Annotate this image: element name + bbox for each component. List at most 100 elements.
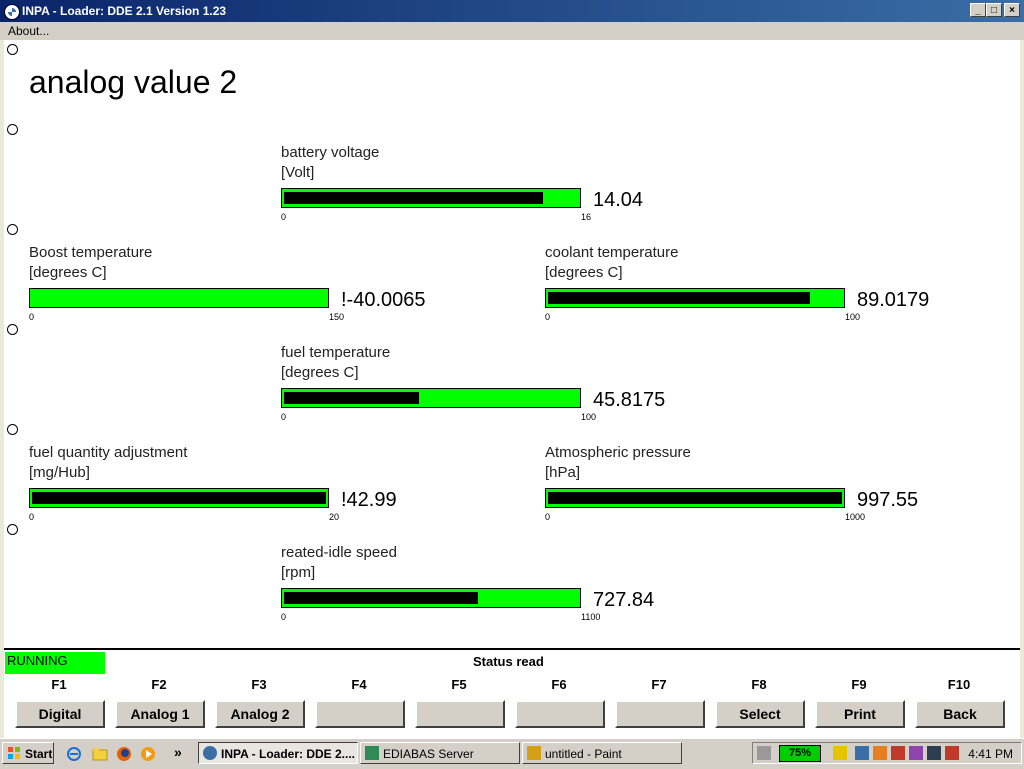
fkey-label-f9: F9 xyxy=(851,677,867,692)
battery-icon[interactable] xyxy=(833,746,847,760)
alert-icon[interactable] xyxy=(873,746,887,760)
gauge-bar xyxy=(545,488,845,508)
task-paint[interactable]: untitled - Paint xyxy=(522,742,682,764)
select-button[interactable]: Select xyxy=(715,700,805,728)
gauge-max: 150 xyxy=(329,312,345,322)
gauge-min: 0 xyxy=(545,312,551,322)
row-radio-3[interactable] xyxy=(7,224,18,235)
bmw-app-icon[interactable] xyxy=(4,4,20,20)
fkey-label-f10: F10 xyxy=(947,677,971,692)
f7-button[interactable] xyxy=(615,700,705,728)
running-label: RUNNING xyxy=(7,653,68,668)
gauge-label: fuel quantity adjustment xyxy=(29,444,188,461)
gauge-max: 20 xyxy=(329,512,340,522)
firefox-icon[interactable] xyxy=(116,746,132,762)
windows-logo-icon xyxy=(8,747,20,759)
gauge-label: battery voltage xyxy=(281,144,380,161)
paint-icon xyxy=(527,746,541,760)
title-bar: INPA - Loader: DDE 2.1 Version 1.23 _ □ … xyxy=(0,0,1024,22)
gauge-fill xyxy=(284,392,419,404)
gauge-fuel-temperature: fuel temperature [degrees C] 0 100 45.81… xyxy=(281,344,701,434)
window-title: INPA - Loader: DDE 2.1 Version 1.23 xyxy=(22,4,227,18)
row-radio-2[interactable] xyxy=(7,124,18,135)
gauge-max: 100 xyxy=(581,412,597,422)
gauge-coolant-temperature: coolant temperature [degrees C] 0 100 89… xyxy=(545,244,965,334)
gauge-idle-speed: reated-idle speed [rpm] 0 1100 727.84 xyxy=(281,544,701,634)
page-title: analog value 2 xyxy=(29,64,238,100)
f5-button[interactable] xyxy=(415,700,505,728)
fkey-label-f8: F8 xyxy=(751,677,767,692)
gauge-fill xyxy=(284,592,479,604)
maximize-button[interactable]: □ xyxy=(986,3,1002,17)
f6-button[interactable] xyxy=(515,700,605,728)
fkey-label-f2: F2 xyxy=(151,677,167,692)
gauge-bar xyxy=(29,488,329,508)
analog2-button[interactable]: Analog 2 xyxy=(215,700,305,728)
gauge-max: 1000 xyxy=(845,512,866,522)
media-player-icon[interactable] xyxy=(140,746,156,762)
gauge-unit: [Volt] xyxy=(281,164,315,181)
gauge-fill xyxy=(548,292,810,304)
minimize-button[interactable]: _ xyxy=(970,3,986,17)
task-ediabas[interactable]: EDIABAS Server xyxy=(360,742,520,764)
volume-muted-icon[interactable] xyxy=(945,746,959,760)
gauge-bar xyxy=(281,188,581,208)
gauge-unit: [mg/Hub] xyxy=(29,464,90,481)
folder-icon[interactable] xyxy=(92,746,108,762)
security-icon[interactable] xyxy=(909,746,923,760)
gauge-value: !42.99 xyxy=(341,489,397,511)
gauge-unit: [rpm] xyxy=(281,564,316,581)
fkey-label-f5: F5 xyxy=(451,677,467,692)
gauge-value: 727.84 xyxy=(593,589,655,611)
gauge-label: coolant temperature xyxy=(545,244,679,261)
battery-indicator[interactable]: 75% xyxy=(779,745,821,762)
f4-button[interactable] xyxy=(315,700,405,728)
gauge-value: 997.55 xyxy=(857,489,919,511)
gauge-value: 14.04 xyxy=(593,189,644,211)
task-inpa[interactable]: INPA - Loader: DDE 2.... xyxy=(198,742,358,764)
gauge-fill xyxy=(548,492,842,504)
gauge-unit: [degrees C] xyxy=(29,264,107,281)
gauge-fill xyxy=(32,492,326,504)
row-radio-1[interactable] xyxy=(7,44,18,55)
gauge-battery-voltage: battery voltage [Volt] 0 16 14.04 xyxy=(281,144,701,234)
gauge-label: reated-idle speed xyxy=(281,544,397,561)
back-button[interactable]: Back xyxy=(915,700,1005,728)
power-plug-icon[interactable] xyxy=(757,746,771,760)
gauge-bar xyxy=(29,288,329,308)
menu-about[interactable]: About... xyxy=(8,24,49,38)
close-button[interactable]: × xyxy=(1004,3,1020,17)
clock[interactable]: 4:41 PM xyxy=(968,747,1013,761)
main-panel: analog value 2 battery voltage [Volt] 0 … xyxy=(4,40,1020,648)
taskbar: Start » INPA - Loader: DDE 2.... EDIABAS… xyxy=(0,738,1024,769)
gauge-min: 0 xyxy=(29,512,35,522)
print-button[interactable]: Print xyxy=(815,700,905,728)
start-button[interactable]: Start xyxy=(2,742,54,764)
gauge-max: 16 xyxy=(581,212,592,222)
gauge-fill xyxy=(284,192,543,204)
ediabas-icon xyxy=(365,746,379,760)
row-radio-6[interactable] xyxy=(7,524,18,535)
row-radio-4[interactable] xyxy=(7,324,18,335)
gauge-min: 0 xyxy=(281,212,287,222)
gauge-min: 0 xyxy=(281,412,287,422)
quicklaunch-more[interactable]: » xyxy=(174,744,182,760)
row-radio-5[interactable] xyxy=(7,424,18,435)
gauge-max: 100 xyxy=(845,312,861,322)
gauge-atmospheric-pressure: Atmospheric pressure [hPa] 0 1000 997.55 xyxy=(545,444,965,534)
analog1-button[interactable]: Analog 1 xyxy=(115,700,205,728)
internet-explorer-icon[interactable] xyxy=(66,746,82,762)
gauge-value: 89.0179 xyxy=(857,289,930,311)
status-area: RUNNING Status read F1 F2 F3 F4 F5 F6 F7… xyxy=(4,648,1020,740)
gauge-label: fuel temperature xyxy=(281,344,391,361)
fkey-label-f4: F4 xyxy=(351,677,367,692)
network-disconnected-icon[interactable] xyxy=(891,746,905,760)
digital-button[interactable]: Digital xyxy=(15,700,105,728)
gauge-min: 0 xyxy=(281,612,287,622)
network-icon[interactable] xyxy=(855,746,869,760)
bluetooth-icon[interactable] xyxy=(927,746,941,760)
gauge-value: 45.8175 xyxy=(593,389,666,411)
gauge-bar xyxy=(281,388,581,408)
fkey-label-f3: F3 xyxy=(251,677,267,692)
gauge-min: 0 xyxy=(545,512,551,522)
